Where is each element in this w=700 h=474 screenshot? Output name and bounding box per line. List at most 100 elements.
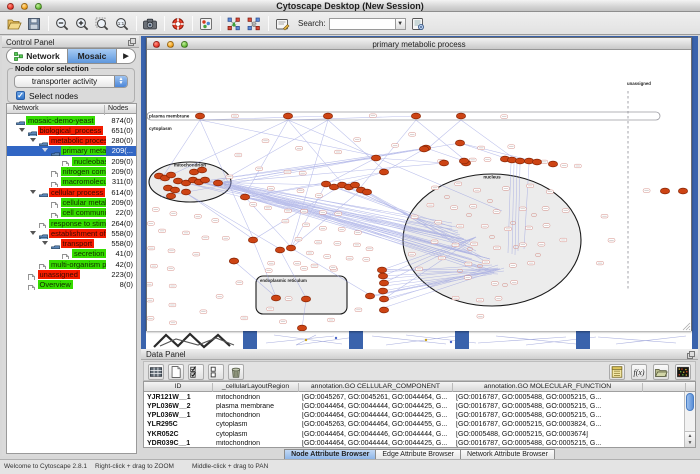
open-session-button[interactable] <box>6 15 23 32</box>
graph-node[interactable] <box>297 325 306 331</box>
graph-node[interactable] <box>166 172 175 178</box>
tree-row[interactable]: metabolic process280(0) <box>7 136 136 146</box>
table-row[interactable]: YDR039C__1mitochondrion[GO:0044464, GO:0… <box>144 440 695 449</box>
tree-row[interactable]: mosaic-demo-yeast874(0) <box>7 115 136 125</box>
graph-node[interactable] <box>378 288 387 294</box>
network-canvas[interactable]: plasma membranecytoplasmmitochondrionnuc… <box>147 50 691 331</box>
tree-expander-icon[interactable] <box>42 148 48 152</box>
layout-network-a-icon[interactable] <box>226 16 242 32</box>
delete-attribute-icon[interactable] <box>229 364 243 380</box>
graph-node[interactable] <box>301 296 310 302</box>
select-nodes-checkbox[interactable]: ✓ <box>16 91 25 100</box>
annotation-edit-icon[interactable] <box>274 16 290 32</box>
float-data-panel-icon[interactable] <box>687 351 695 359</box>
table-cell[interactable]: [GO:0044464, GO:0044444, GO:0044425, G..… <box>302 412 451 419</box>
vizmapper-button[interactable] <box>198 15 215 32</box>
zoom-in-button[interactable] <box>74 15 91 32</box>
table-cell[interactable]: mitochondrion <box>216 412 297 419</box>
graph-node[interactable] <box>660 188 669 194</box>
graph-node[interactable] <box>378 273 387 279</box>
scroll-up-icon[interactable]: ▲ <box>685 432 695 440</box>
tree-row[interactable]: cellular metabo209(0) <box>7 197 136 207</box>
graph-node[interactable] <box>181 189 190 195</box>
table-cell[interactable]: mitochondrion <box>216 440 297 447</box>
graph-node[interactable] <box>195 113 204 119</box>
layout-network-b-button[interactable] <box>246 15 263 32</box>
table-cell[interactable]: mitochondrion <box>216 394 297 401</box>
graph-node[interactable] <box>248 237 257 243</box>
graph-node[interactable] <box>371 155 380 161</box>
tab-network[interactable]: Network <box>7 49 67 63</box>
table-row[interactable]: YLR295Ccytoplasm[GO:0045263, GO:0044464,… <box>144 421 695 430</box>
graph-node[interactable] <box>548 161 557 167</box>
tree-row[interactable]: unassigned223(0) <box>7 269 136 279</box>
table-column-header[interactable]: annotation.GO MOLECULAR_FUNCTION <box>453 383 643 392</box>
help-ring-button[interactable] <box>170 15 187 32</box>
scrollbar-thumb[interactable] <box>686 393 694 411</box>
table-cell[interactable]: [GO:0044464, GO:0044444, GO:0044425, G..… <box>302 403 451 410</box>
table-cell[interactable]: [GO:0016787, GO:0005215, GO:0003824, G..… <box>456 421 641 428</box>
vizmapper-icon[interactable] <box>198 16 214 32</box>
graph-node[interactable] <box>379 296 388 302</box>
attribute-grid-button[interactable] <box>148 364 164 380</box>
table-column-header[interactable]: _cellularLayoutRegion <box>213 383 299 392</box>
compartment-nucleus[interactable] <box>403 174 581 306</box>
tree-row[interactable]: primary metabo209(... <box>7 146 136 156</box>
delete-attribute-button[interactable] <box>228 364 244 380</box>
table-column-header[interactable]: ID <box>144 383 213 392</box>
graph-node[interactable] <box>365 293 374 299</box>
table-cell[interactable]: [GO:0005488, GO:0005215, GO:0003674] <box>456 431 641 438</box>
save-session-button[interactable] <box>26 15 43 32</box>
attribute-matrix-button[interactable] <box>675 364 691 380</box>
layout-network-b-icon[interactable] <box>246 16 262 32</box>
tree-row[interactable]: cell communicat22(0) <box>7 208 136 218</box>
combobox-stepper-icon[interactable]: ▲▼ <box>114 76 127 87</box>
tree-expander-icon[interactable] <box>30 231 36 235</box>
import-attributes-icon[interactable] <box>654 364 668 380</box>
compartment-plasma-membrane[interactable] <box>147 112 660 120</box>
attribute-grid-icon[interactable] <box>149 364 163 380</box>
unselect-attributes-icon[interactable] <box>209 364 223 380</box>
table-cell[interactable]: YJR121W__1 <box>147 394 211 401</box>
search-config-button[interactable] <box>410 15 427 32</box>
graph-node[interactable] <box>197 167 206 173</box>
tree-row[interactable]: multi-organism pro42(0) <box>7 259 136 269</box>
network-window-titlebar[interactable]: primary metabolic process <box>147 38 691 50</box>
graph-node[interactable] <box>419 146 428 152</box>
table-scrollbar[interactable]: ▲▼ <box>684 392 695 447</box>
graph-node[interactable] <box>229 258 238 264</box>
graph-node[interactable] <box>379 307 388 313</box>
zoom-in-icon[interactable] <box>74 16 90 32</box>
table-row[interactable]: YPL036W__2 plasma membrane [GO:0044464, GO… <box>144 402 695 411</box>
graph-node[interactable] <box>379 169 388 175</box>
unselect-attributes-button[interactable] <box>208 364 224 380</box>
graph-node[interactable] <box>166 193 175 199</box>
table-cell[interactable]: [GO:0045267, GO:0045261, GO:0044464, G..… <box>302 394 451 401</box>
graph-node[interactable] <box>678 188 687 194</box>
window-resize-grip[interactable] <box>683 323 690 330</box>
zoom-out-button[interactable] <box>54 15 71 32</box>
tree-expander-icon[interactable] <box>19 128 25 132</box>
graph-node[interactable] <box>286 245 295 251</box>
table-cell[interactable]: YPL036W__2 <box>147 403 211 410</box>
graph-node[interactable] <box>200 177 209 183</box>
save-session-icon[interactable] <box>26 16 42 32</box>
tree-row[interactable]: establishment of lo558(0) <box>7 228 136 238</box>
tab-overflow-button[interactable]: ▶ <box>117 49 135 63</box>
graph-node[interactable] <box>170 187 179 193</box>
layout-network-a-button[interactable] <box>226 15 243 32</box>
table-cell[interactable]: [GO:0045263, GO:0044464, GO:0044455, G..… <box>302 421 451 428</box>
attribute-matrix-icon[interactable] <box>676 364 690 380</box>
graph-node[interactable] <box>323 113 332 119</box>
table-column-header[interactable]: annotation.GO CELLULAR_COMPONENT <box>299 383 453 392</box>
background-windows[interactable] <box>146 331 692 349</box>
graph-node[interactable] <box>275 247 284 253</box>
snapshot-button[interactable] <box>142 15 159 32</box>
table-cell[interactable]: plasma membrane <box>216 403 297 410</box>
graph-node[interactable] <box>379 280 388 286</box>
tree-expander-icon[interactable] <box>30 138 36 142</box>
table-cell[interactable]: YKR052C <box>147 431 211 438</box>
table-cell[interactable]: [GO:0016787, GO:0005488, GO:0005215, G..… <box>456 412 641 419</box>
table-cell[interactable]: YPL036W__1 <box>147 412 211 419</box>
tree-row[interactable]: response to stimul264(0) <box>7 218 136 228</box>
